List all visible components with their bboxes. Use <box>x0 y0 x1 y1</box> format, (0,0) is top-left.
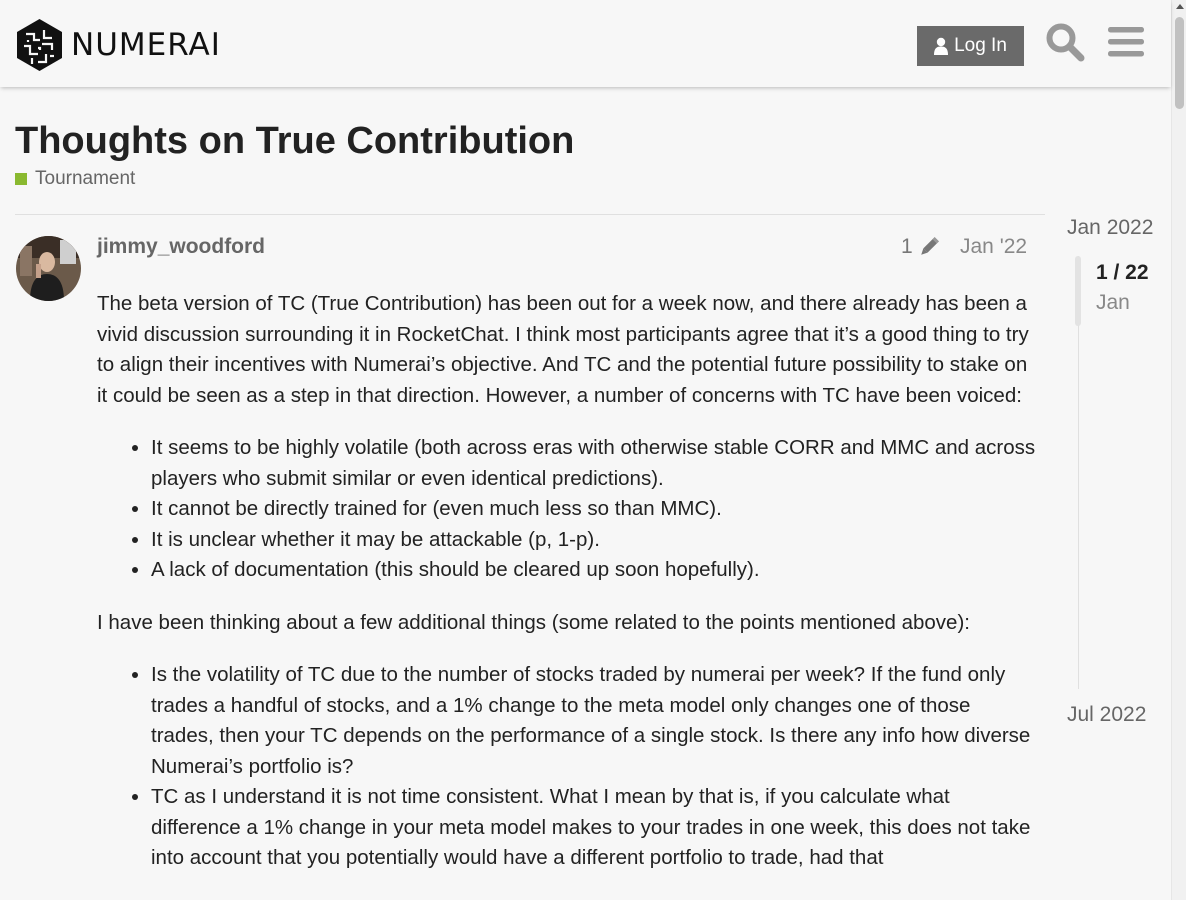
list-item: TC as I understand it is not time consis… <box>151 782 1037 874</box>
search-button[interactable] <box>1042 19 1088 65</box>
logo-text: NUMERAI <box>71 27 221 63</box>
hamburger-menu-icon <box>1108 27 1144 57</box>
edit-count: 1 <box>901 235 913 258</box>
post-edit-history[interactable]: 1 <box>901 235 941 259</box>
numerai-logo-icon <box>17 19 62 71</box>
post-paragraph: The beta version of TC (True Contributio… <box>97 292 1029 407</box>
thoughts-list: Is the volatility of TC due to the numbe… <box>97 660 1037 874</box>
list-item: It is unclear whether it may be attackab… <box>151 525 1037 556</box>
login-button[interactable]: Log In <box>917 26 1024 66</box>
list-item: A lack of documentation (this should be … <box>151 555 1037 586</box>
list-item: It cannot be directly trained for (even … <box>151 494 1037 525</box>
timeline-post-position: 1 / 22 <box>1096 261 1149 284</box>
category-badge[interactable]: Tournament <box>15 168 135 190</box>
timeline-end-date[interactable]: Jul 2022 <box>1067 703 1146 727</box>
numerai-logo[interactable]: NUMERAI <box>16 18 221 72</box>
timeline-start-date[interactable]: Jan 2022 <box>1067 216 1153 240</box>
post-paragraph: I have been thinking about a few additio… <box>97 610 970 634</box>
category-color-swatch <box>15 173 27 185</box>
post-date[interactable]: Jan '22 <box>960 235 1027 259</box>
category-name: Tournament <box>35 168 136 189</box>
topic-divider <box>15 214 1045 215</box>
post-username[interactable]: jimmy_woodford <box>97 235 265 259</box>
avatar-image <box>16 236 81 301</box>
scroll-up-arrow-icon[interactable] <box>1176 4 1184 9</box>
search-icon <box>1046 23 1085 62</box>
user-icon <box>934 37 949 55</box>
login-label: Log In <box>954 35 1007 56</box>
scroll-thumb[interactable] <box>1175 17 1184 109</box>
concerns-list: It seems to be highly volatile (both acr… <box>97 433 1037 586</box>
avatar[interactable] <box>16 236 81 301</box>
page-scrollbar[interactable] <box>1171 0 1186 900</box>
site-header: NUMERAI Log In <box>0 0 1171 87</box>
pencil-icon <box>920 237 939 255</box>
topic-title[interactable]: Thoughts on True Contribution <box>15 120 574 163</box>
list-item: Is the volatility of TC due to the numbe… <box>151 660 1037 782</box>
post-body: The beta version of TC (True Contributio… <box>97 289 1037 896</box>
list-item: It seems to be highly volatile (both acr… <box>151 433 1037 494</box>
menu-button[interactable] <box>1103 19 1149 65</box>
timeline-scroll-handle[interactable] <box>1075 256 1081 326</box>
timeline-current-month: Jan <box>1096 291 1130 314</box>
